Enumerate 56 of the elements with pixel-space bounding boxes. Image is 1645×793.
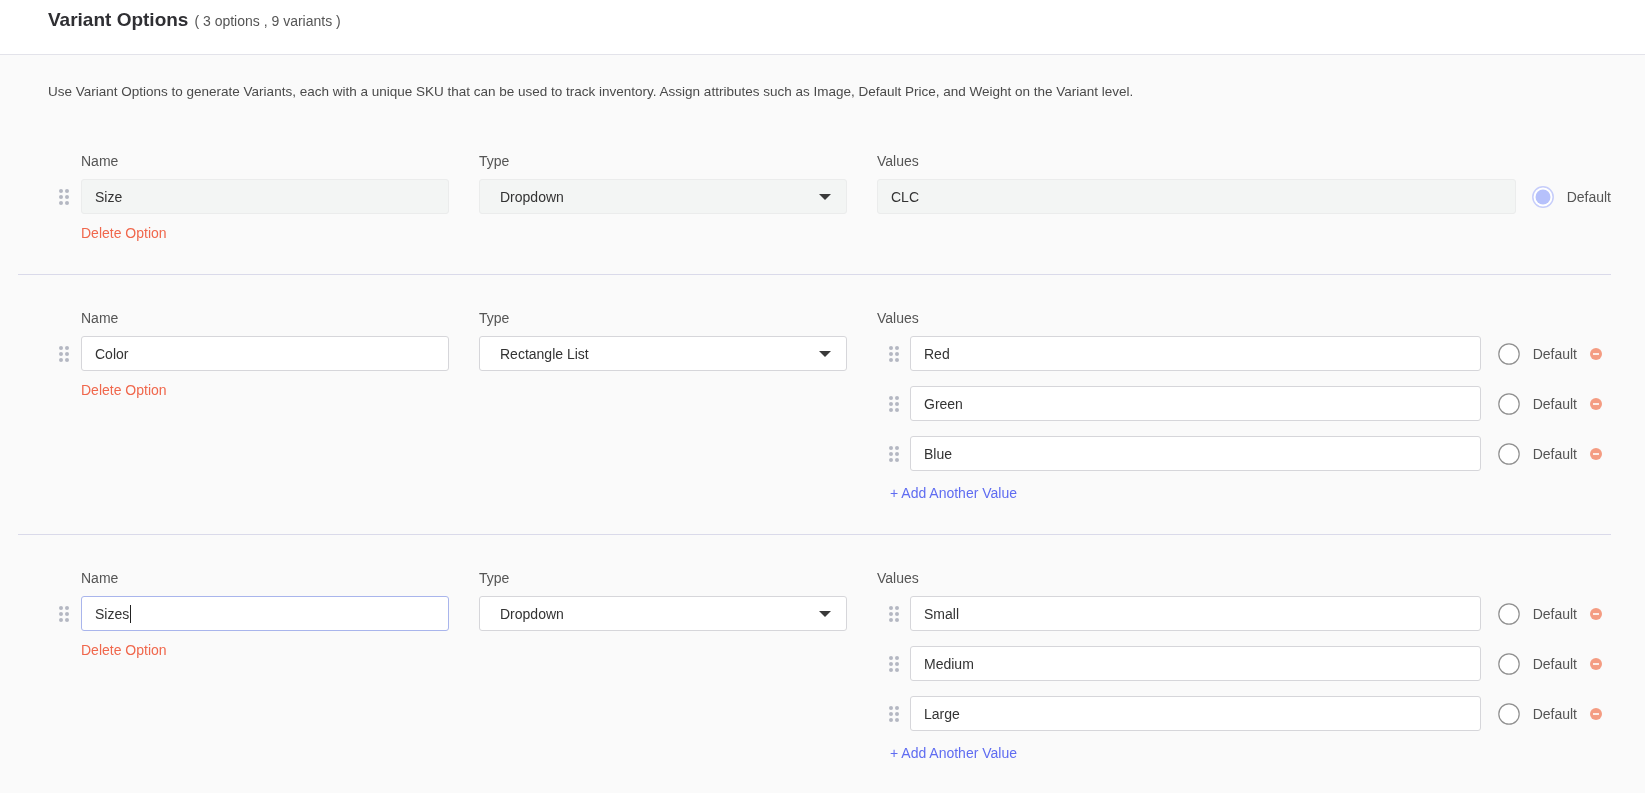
value-field[interactable]: Red xyxy=(910,336,1481,371)
drag-handle-icon[interactable] xyxy=(59,345,69,362)
default-label: Default xyxy=(1532,605,1577,622)
field-label: Values xyxy=(877,152,919,170)
value-field[interactable]: Large xyxy=(910,696,1481,731)
drag-handle-icon[interactable] xyxy=(888,345,899,362)
default-label: Default xyxy=(1532,705,1577,722)
type-dropdown[interactable]: Dropdown xyxy=(479,596,847,631)
default-radio[interactable] xyxy=(1497,342,1520,365)
minus-circle-icon[interactable] xyxy=(1590,347,1602,360)
name-field[interactable]: Color xyxy=(81,336,449,371)
minus-circle-icon[interactable] xyxy=(1590,707,1602,720)
field-label: Type xyxy=(479,152,510,170)
drag-handle-icon[interactable] xyxy=(59,188,69,205)
default-radio[interactable] xyxy=(1497,652,1520,675)
value-field[interactable]: Medium xyxy=(910,646,1481,681)
drag-handle-icon[interactable] xyxy=(59,605,69,622)
field-label: Name xyxy=(81,569,119,587)
field-label: Name xyxy=(81,152,119,170)
default-label: Default xyxy=(1532,655,1577,672)
minus-circle-icon[interactable] xyxy=(1590,397,1602,410)
text-cursor-icon xyxy=(130,604,132,623)
default-radio[interactable] xyxy=(1497,602,1520,625)
minus-circle-icon[interactable] xyxy=(1590,657,1602,670)
field-label: Type xyxy=(479,569,510,587)
type-dropdown[interactable]: Rectangle List xyxy=(479,336,847,371)
minus-circle-icon[interactable] xyxy=(1590,607,1602,620)
field-label: Values xyxy=(877,309,919,327)
add-value-link[interactable]: + Add Another Value xyxy=(890,744,1017,762)
drag-handle-icon[interactable] xyxy=(888,605,899,622)
drag-handle-icon[interactable] xyxy=(888,445,899,462)
default-radio[interactable] xyxy=(1497,442,1520,465)
description-text: Use Variant Options to generate Variants, each with a unique SKU that can be used to track inventory. Assign attributes such as Image, Default Price, and Weight on the Variant level. xyxy=(48,83,1135,101)
default-label: Default xyxy=(1532,395,1577,412)
add-value-link[interactable]: + Add Another Value xyxy=(890,484,1017,502)
caret-icon xyxy=(819,350,831,357)
caret-icon xyxy=(819,610,831,617)
default-label: Default xyxy=(1566,188,1611,205)
drag-handle-icon[interactable] xyxy=(888,395,899,412)
default-label: Default xyxy=(1532,345,1577,362)
field-label: Values xyxy=(877,569,919,587)
field-label: Type xyxy=(479,309,510,327)
field-label: Name xyxy=(81,309,119,327)
caret-icon xyxy=(819,193,831,200)
default-label: Default xyxy=(1532,445,1577,462)
minus-circle-icon[interactable] xyxy=(1590,447,1602,460)
value-field[interactable]: Blue xyxy=(910,436,1481,471)
value-field[interactable]: Small xyxy=(910,596,1481,631)
default-radio[interactable] xyxy=(1497,392,1520,415)
drag-handle-icon[interactable] xyxy=(888,655,899,672)
drag-handle-icon[interactable] xyxy=(888,705,899,722)
name-field[interactable]: Sizes xyxy=(81,596,449,631)
default-radio[interactable] xyxy=(1497,702,1520,725)
page-title: Variant Options xyxy=(48,9,189,31)
options-summary: ( 3 options , 9 variants ) xyxy=(194,13,341,29)
value-field[interactable]: Green xyxy=(910,386,1481,421)
